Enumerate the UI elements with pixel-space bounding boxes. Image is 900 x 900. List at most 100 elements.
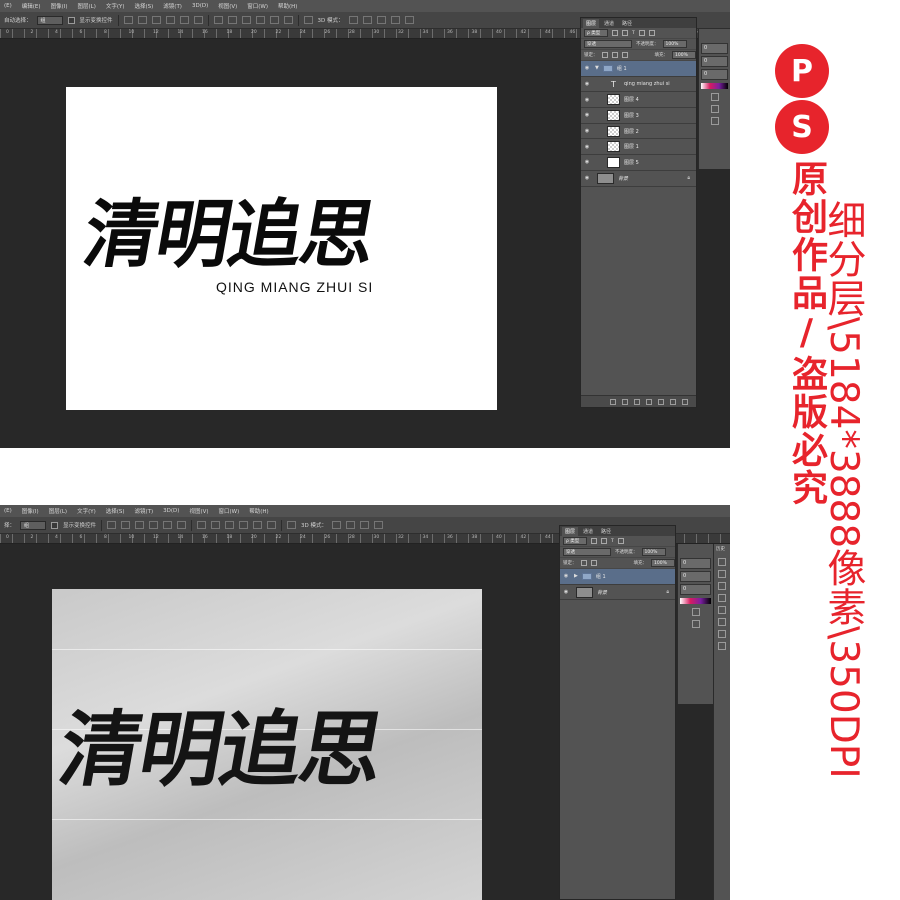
menu-item-type[interactable]: 文字(Y) bbox=[106, 2, 125, 10]
visibility-eye-icon[interactable]: ◉ bbox=[581, 112, 593, 118]
visibility-eye-icon[interactable]: ◉ bbox=[560, 573, 572, 579]
expand-triangle-icon[interactable]: ▼ bbox=[595, 65, 599, 71]
distribute-left-icon[interactable] bbox=[255, 16, 265, 24]
align-left-icon[interactable] bbox=[149, 521, 159, 529]
3d-slide-icon[interactable] bbox=[390, 16, 400, 24]
auto-select-dropdown[interactable]: 组 bbox=[36, 15, 63, 25]
align-top-icon[interactable] bbox=[123, 16, 133, 24]
distribute-bottom-icon[interactable] bbox=[225, 521, 235, 529]
layer-row-group1[interactable]: ◉ ▶ 组 1 bbox=[560, 569, 675, 585]
color-ramp[interactable] bbox=[701, 83, 728, 89]
filter-shape-icon[interactable] bbox=[638, 30, 645, 36]
tab-paths[interactable]: 路径 bbox=[619, 19, 635, 28]
align-right-icon[interactable] bbox=[177, 521, 187, 529]
panel-icon[interactable] bbox=[710, 105, 719, 113]
menu-item-3d[interactable]: 3D(D) bbox=[163, 508, 179, 514]
filter-shape-icon[interactable] bbox=[617, 538, 624, 544]
menu-item-window[interactable]: 窗口(W) bbox=[219, 507, 240, 515]
filter-type-icon[interactable]: T bbox=[611, 539, 614, 544]
visibility-eye-icon[interactable]: ◉ bbox=[581, 128, 593, 134]
tab-layers[interactable]: 图层 bbox=[562, 527, 579, 536]
visibility-eye-icon[interactable]: ◉ bbox=[581, 81, 593, 87]
tab-paths[interactable]: 路径 bbox=[598, 527, 614, 536]
menu-item-filter[interactable]: 滤镜(T) bbox=[163, 2, 182, 10]
3d-drag-icon[interactable] bbox=[360, 521, 370, 529]
distribute-top-icon[interactable] bbox=[197, 521, 207, 529]
fill-input[interactable]: 100% bbox=[672, 51, 696, 59]
auto-select-dropdown[interactable]: 组 bbox=[20, 520, 47, 530]
distribute-center-icon[interactable] bbox=[253, 521, 263, 529]
visibility-eye-icon[interactable]: ◉ bbox=[581, 144, 593, 150]
layer-row-text[interactable]: ◉ T qing miang zhui si bbox=[581, 76, 696, 93]
history-state-icon[interactable] bbox=[718, 606, 726, 614]
lock-all-icon[interactable] bbox=[621, 52, 628, 58]
value-field[interactable]: 0 bbox=[701, 69, 728, 80]
align-center-icon[interactable] bbox=[163, 521, 173, 529]
3d-roll-icon[interactable] bbox=[362, 16, 372, 24]
value-field[interactable]: 0 bbox=[680, 571, 711, 582]
filter-smart-icon[interactable] bbox=[648, 30, 655, 36]
lock-position-icon[interactable] bbox=[590, 560, 597, 566]
menu-item-type[interactable]: 文字(Y) bbox=[77, 507, 96, 515]
add-mask-icon[interactable] bbox=[634, 398, 640, 405]
layer-row-2[interactable]: ◉ 图层 2 bbox=[581, 123, 696, 140]
menu-item-select[interactable]: 选择(S) bbox=[106, 507, 125, 515]
panel-icon[interactable] bbox=[710, 117, 719, 125]
menu-item[interactable]: (E) bbox=[4, 3, 12, 9]
visibility-eye-icon[interactable]: ◉ bbox=[581, 97, 593, 103]
history-state-icon[interactable] bbox=[718, 558, 726, 566]
visibility-eye-icon[interactable]: ◉ bbox=[581, 65, 593, 71]
history-state-icon[interactable] bbox=[718, 642, 726, 650]
value-field[interactable]: 0 bbox=[680, 558, 711, 569]
menu-item-3d[interactable]: 3D(D) bbox=[192, 3, 208, 9]
layer-filter-dropdown[interactable]: ρ 类型 bbox=[563, 537, 587, 545]
distribute-right-icon[interactable] bbox=[283, 16, 293, 24]
menu-item-help[interactable]: 帮助(H) bbox=[278, 2, 297, 10]
layer-row-3[interactable]: ◉ 图层 3 bbox=[581, 108, 696, 124]
lock-position-icon[interactable] bbox=[611, 52, 618, 58]
value-field[interactable]: 0 bbox=[701, 43, 728, 54]
history-state-icon[interactable] bbox=[718, 618, 726, 626]
panel-icon[interactable] bbox=[691, 608, 700, 616]
layer-row-background[interactable]: ◉ 背景 🔒︎ bbox=[581, 170, 696, 187]
auto-align-icon[interactable] bbox=[287, 521, 297, 529]
distribute-bottom-icon[interactable] bbox=[241, 16, 251, 24]
opacity-input[interactable]: 100% bbox=[641, 548, 666, 556]
fill-input[interactable]: 100% bbox=[651, 559, 675, 567]
lock-pixels-icon[interactable] bbox=[580, 560, 587, 566]
filter-pixel-icon[interactable] bbox=[612, 30, 618, 36]
align-middle-icon[interactable] bbox=[137, 16, 147, 24]
tab-channels[interactable]: 通道 bbox=[601, 19, 617, 28]
menu-item[interactable]: (E) bbox=[4, 508, 12, 514]
menu-item-filter[interactable]: 滤镜(T) bbox=[135, 507, 154, 515]
panel-icon[interactable] bbox=[710, 93, 719, 101]
opacity-input[interactable]: 100% bbox=[662, 40, 687, 48]
distribute-middle-icon[interactable] bbox=[227, 16, 237, 24]
show-transform-checkbox[interactable] bbox=[51, 521, 59, 529]
lock-pixels-icon[interactable] bbox=[601, 52, 608, 58]
3d-rotate-icon[interactable] bbox=[348, 16, 358, 24]
distribute-right-icon[interactable] bbox=[267, 521, 277, 529]
menu-item-help[interactable]: 帮助(H) bbox=[249, 507, 268, 515]
align-center-icon[interactable] bbox=[179, 16, 189, 24]
history-label[interactable]: 历史 bbox=[714, 544, 730, 554]
menu-item-view[interactable]: 视图(V) bbox=[189, 507, 208, 515]
visibility-eye-icon[interactable]: ◉ bbox=[560, 589, 572, 595]
menu-item-layer[interactable]: 图层(L) bbox=[77, 2, 95, 10]
show-transform-checkbox[interactable] bbox=[67, 16, 75, 24]
fx-icon[interactable] bbox=[622, 398, 628, 405]
menu-item-edit[interactable]: 编辑(E) bbox=[22, 2, 41, 10]
layer-row-1[interactable]: ◉ 图层 1 bbox=[581, 139, 696, 156]
align-bottom-icon[interactable] bbox=[135, 521, 145, 529]
menu-item-layer[interactable]: 图层(L) bbox=[49, 507, 67, 515]
3d-slide-icon[interactable] bbox=[374, 521, 384, 529]
value-field[interactable]: 0 bbox=[701, 56, 728, 67]
document-canvas-photo[interactable]: 清明追思 bbox=[52, 589, 482, 900]
adjustment-layer-icon[interactable] bbox=[646, 398, 652, 405]
layer-row-5[interactable]: ◉ 图层 5 bbox=[581, 155, 696, 171]
menu-item-window[interactable]: 窗口(W) bbox=[247, 2, 268, 10]
align-bottom-icon[interactable] bbox=[151, 16, 161, 24]
color-ramp[interactable] bbox=[680, 598, 711, 604]
menu-item-image[interactable]: 图像(I) bbox=[22, 507, 39, 515]
align-right-icon[interactable] bbox=[193, 16, 203, 24]
